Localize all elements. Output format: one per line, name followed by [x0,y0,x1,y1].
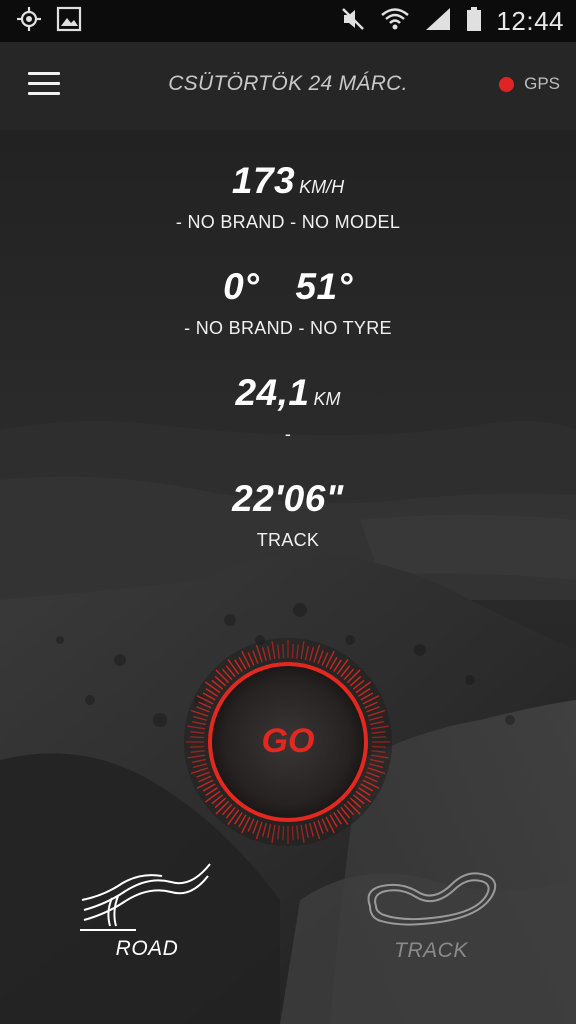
lap-time-value: 22'06" [232,478,344,519]
distance-stat: 24,1 KM - [0,372,576,445]
gps-status[interactable]: GPS [499,74,560,94]
go-dial-tick [291,644,294,659]
distance-sub: - [284,424,292,444]
speed-stat: 173 KM/H - NO BRAND - NO MODEL [0,160,576,233]
gps-status-dot [499,76,515,92]
go-label: GO [261,722,315,760]
wifi-icon [380,6,410,37]
road-mode-button[interactable]: ROAD [76,852,218,961]
date-title: CSÜTÖRTÖK 24 MÁRC. [168,72,408,95]
status-time: 12:44 [496,5,564,36]
go-dial-tick [291,825,294,840]
go-button[interactable]: GO [182,636,394,848]
status-bar: 12:44 [0,0,576,42]
app-screen: 12:44 CSÜTÖRTÖK 24 MÁRC. GPS 173 KM/H - N… [0,0,576,1024]
track-mode-button[interactable]: TRACK [360,862,502,963]
mute-icon [340,6,366,37]
distance-value: 24,1 [235,372,310,413]
gps-label: GPS [524,74,560,93]
lean-angle-left: 0° [223,266,260,307]
go-dial-tick [282,825,285,840]
distance-unit: KM [313,389,341,409]
gallery-icon [56,6,82,37]
go-dial-tick [282,644,285,659]
road-label: ROAD [115,937,179,960]
lean-angle-right: 51° [295,266,353,307]
app-bar: CSÜTÖRTÖK 24 MÁRC. GPS [0,42,576,130]
speed-unit: KM/H [299,177,345,197]
signal-icon [424,6,452,37]
battery-icon [466,6,482,37]
tyre-label: - NO BRAND - NO TYRE [184,318,392,338]
track-icon [367,872,497,926]
road-icon [80,863,211,931]
track-label: TRACK [394,939,468,962]
lap-time-stat: 22'06" TRACK [0,478,576,551]
lean-angle-stat: 0° 51° - NO BRAND - NO TYRE [0,266,576,339]
location-target-icon [16,6,42,37]
speed-value: 173 [231,160,296,201]
lap-time-sub: TRACK [256,530,320,550]
bike-model-label: - NO BRAND - NO MODEL [175,212,401,232]
